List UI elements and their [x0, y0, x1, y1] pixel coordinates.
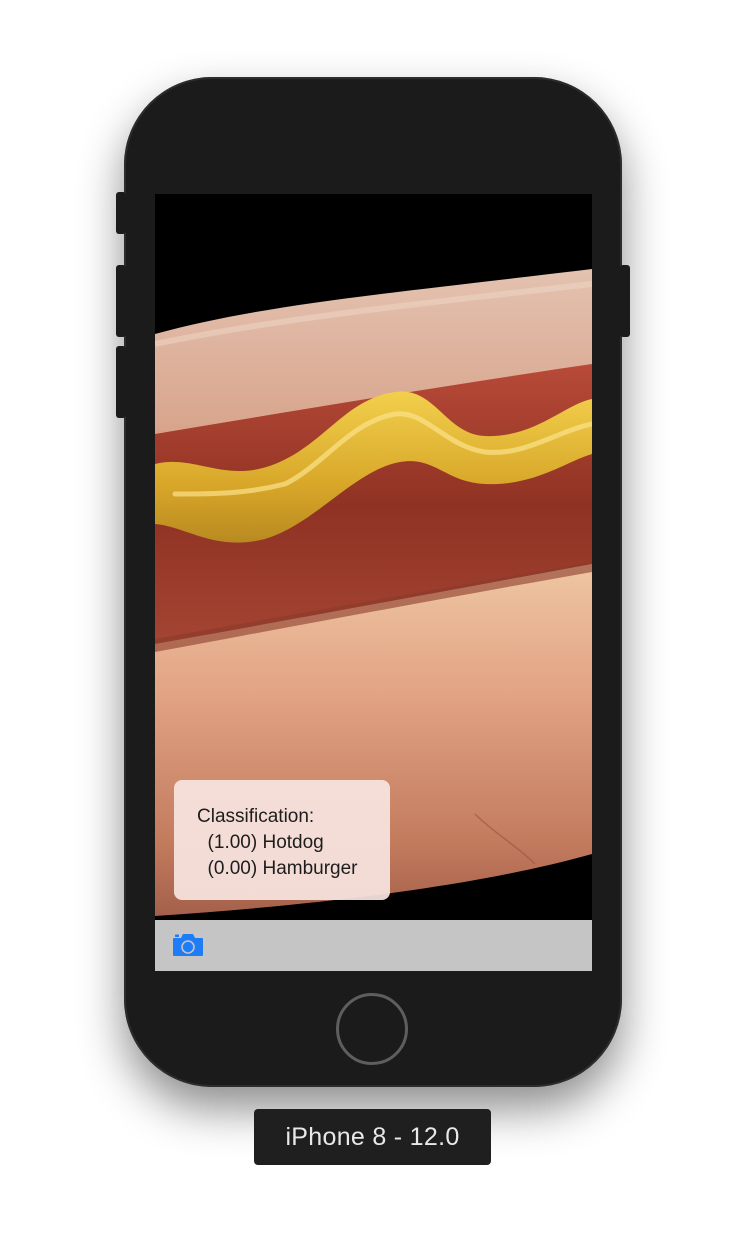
volume-down-button	[116, 346, 126, 418]
classification-heading: Classification:	[197, 806, 315, 827]
power-button	[620, 265, 630, 337]
camera-button[interactable]	[172, 933, 204, 957]
mute-switch	[116, 192, 126, 234]
app-screen: Classification: (1.00) Hotdog (0.00) Ham…	[155, 194, 592, 971]
classification-result-1: (1.00) Hotdog	[197, 832, 324, 853]
classification-panel: Classification: (1.00) Hotdog (0.00) Ham…	[174, 780, 390, 900]
volume-up-button	[116, 265, 126, 337]
camera-icon	[173, 934, 203, 956]
bottom-toolbar	[155, 920, 592, 971]
classification-result-2: (0.00) Hamburger	[197, 858, 358, 879]
home-button[interactable]	[336, 993, 408, 1065]
simulator-device-label: iPhone 8 - 12.0	[254, 1109, 491, 1165]
